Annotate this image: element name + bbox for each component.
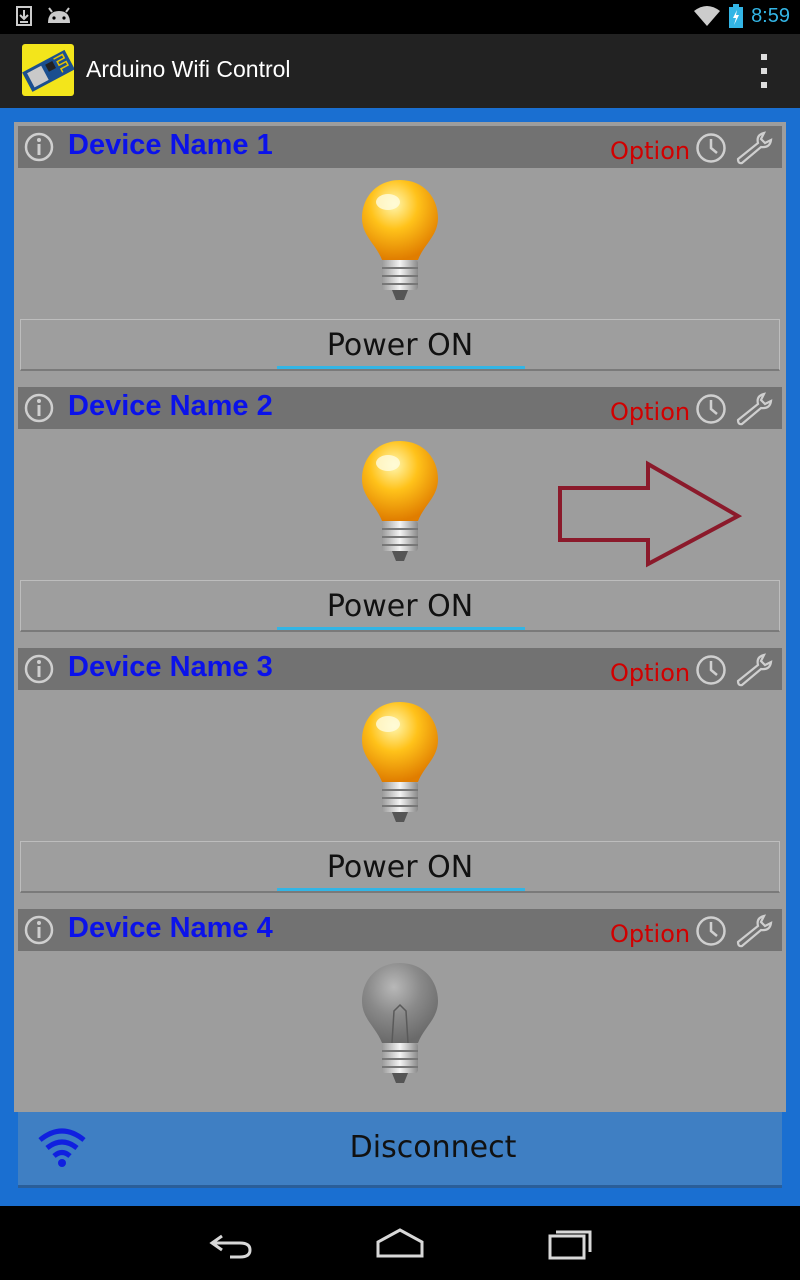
power-button-label: Power ON — [326, 850, 474, 885]
navigation-bar — [0, 1206, 800, 1280]
power-toggle-button[interactable]: Power ON — [20, 319, 780, 371]
light-bulb-on-icon[interactable] — [358, 439, 442, 567]
wifi-signal-icon — [694, 6, 721, 26]
esp8266-module-icon — [22, 44, 74, 96]
device-list[interactable]: Device Name 1 Option Power ON Device Nam… — [14, 122, 786, 1112]
option-link[interactable]: Option — [610, 659, 690, 687]
device-name: Device Name 3 — [68, 651, 273, 683]
wrench-icon[interactable] — [734, 131, 774, 165]
wrench-icon[interactable] — [734, 653, 774, 687]
device-header: Device Name 4 Option — [18, 909, 782, 951]
info-icon[interactable] — [24, 393, 54, 423]
device-name: Device Name 2 — [68, 390, 273, 422]
power-button-label: Power ON — [326, 328, 474, 363]
main-content: Device Name 1 Option Power ON Device Nam… — [0, 108, 800, 1206]
info-icon[interactable] — [24, 915, 54, 945]
battery-charging-icon — [729, 4, 744, 28]
clock-icon[interactable] — [695, 654, 727, 686]
back-icon[interactable] — [200, 1222, 260, 1264]
wrench-icon[interactable] — [734, 914, 774, 948]
download-icon — [16, 6, 32, 26]
power-toggle-button[interactable]: Power ON — [20, 841, 780, 893]
disconnect-label: Disconnect — [349, 1130, 517, 1165]
focus-underline — [277, 366, 525, 369]
device-header: Device Name 3 Option — [18, 648, 782, 690]
option-link[interactable]: Option — [610, 920, 690, 948]
status-bar: 8:59 — [0, 0, 800, 34]
clock-time: 8:59 — [751, 4, 790, 27]
wrench-icon[interactable] — [734, 392, 774, 426]
overflow-menu-icon[interactable] — [758, 54, 770, 88]
device-header: Device Name 1 Option — [18, 126, 782, 168]
device-name: Device Name 4 — [68, 912, 273, 944]
light-bulb-on-icon[interactable] — [358, 700, 442, 828]
option-link[interactable]: Option — [610, 137, 690, 165]
app-title: Arduino Wifi Control — [86, 56, 291, 82]
light-bulb-off-icon[interactable] — [358, 961, 442, 1089]
disconnect-button[interactable]: Disconnect — [18, 1112, 782, 1188]
annotation-arrow — [558, 460, 743, 568]
device-header: Device Name 2 Option — [18, 387, 782, 429]
clock-icon[interactable] — [695, 393, 727, 425]
recents-icon[interactable] — [540, 1222, 600, 1264]
focus-underline — [277, 627, 525, 630]
light-bulb-on-icon[interactable] — [358, 178, 442, 306]
clock-icon[interactable] — [695, 132, 727, 164]
clock-icon[interactable] — [695, 915, 727, 947]
android-icon — [48, 7, 70, 23]
info-icon[interactable] — [24, 132, 54, 162]
info-icon[interactable] — [24, 654, 54, 684]
device-name: Device Name 1 — [68, 129, 273, 161]
home-icon[interactable] — [370, 1222, 430, 1264]
option-link[interactable]: Option — [610, 398, 690, 426]
focus-underline — [277, 888, 525, 891]
power-toggle-button[interactable]: Power ON — [20, 580, 780, 632]
power-button-label: Power ON — [326, 589, 474, 624]
action-bar: Arduino Wifi Control — [0, 34, 800, 108]
